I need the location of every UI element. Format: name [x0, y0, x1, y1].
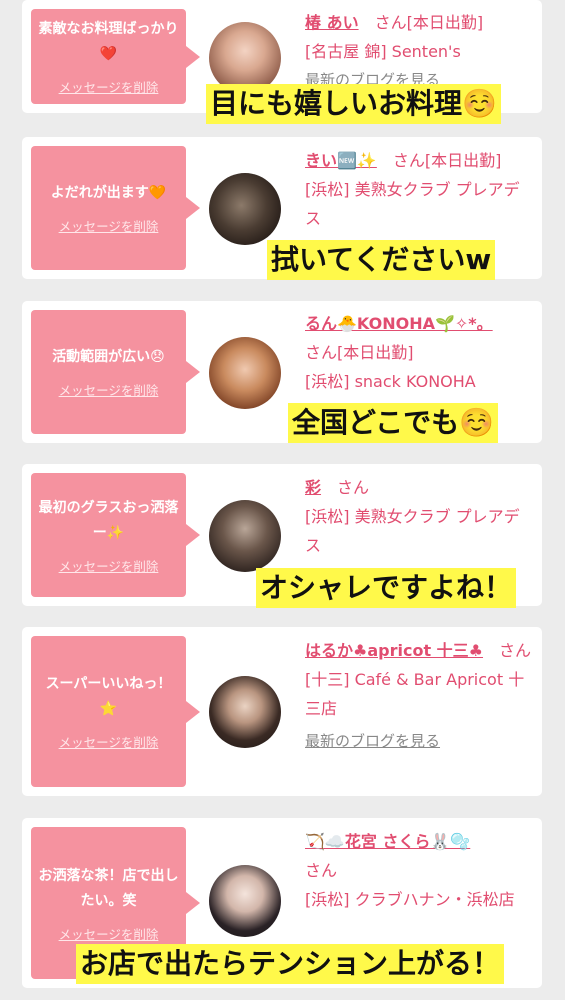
cast-name-link[interactable]: 彩: [305, 478, 321, 497]
message-card: スーパーいいねっ！⭐ メッセージを削除 はるか♣apricot 十三♣ さん […: [22, 627, 542, 796]
message-text: お洒落な茶！店で出したい。笑: [38, 867, 179, 909]
cast-info: はるか♣apricot 十三♣ さん [十三] Café & Bar Apric…: [305, 636, 535, 756]
avatar[interactable]: [209, 865, 281, 937]
delete-message-link[interactable]: メッセージを削除: [59, 77, 159, 96]
cast-name-link[interactable]: きい🆕✨: [305, 151, 377, 170]
message-text: スーパーいいねっ！⭐: [45, 676, 172, 717]
message-bubble: 最初のグラスおっ洒落ー✨ メッセージを削除: [31, 473, 186, 597]
caption-overlay: 目にも嬉しいお料理☺️: [206, 84, 501, 124]
message-bubble: スーパーいいねっ！⭐ メッセージを削除: [31, 636, 186, 787]
honorific: さん: [499, 641, 532, 660]
delete-message-link[interactable]: メッセージを削除: [59, 732, 159, 751]
blog-link[interactable]: 最新のブログを見る: [305, 727, 535, 756]
cast-info: きい🆕✨ さん[本日出勤] [浜松] 美熟女クラブ プレアデス: [305, 146, 535, 233]
message-text: よだれが出ます🧡: [50, 185, 167, 201]
status-label: [本日出勤]: [424, 151, 502, 170]
shop-label[interactable]: [浜松] 美熟女クラブ プレアデス: [305, 175, 535, 233]
cast-info: 椿 あい さん[本日出勤] [名古屋 錦] Senten's 最新のブログを見る: [305, 8, 535, 95]
caption-overlay: オシャレですよね！: [256, 568, 517, 608]
honorific: さん: [305, 343, 338, 362]
shop-label[interactable]: [浜松] snack KONOHA: [305, 367, 535, 396]
avatar[interactable]: [209, 337, 281, 409]
cast-name-link[interactable]: はるか♣apricot 十三♣: [305, 641, 483, 660]
message-text: 素敵なお料理ばっかり❤️: [38, 21, 179, 62]
cast-name-link[interactable]: 椿 あい: [305, 13, 359, 32]
honorific: さん: [374, 13, 407, 32]
shop-label[interactable]: [名古屋 錦] Senten's: [305, 37, 535, 66]
status-label: [本日出勤]: [406, 13, 484, 32]
message-text: 最初のグラスおっ洒落ー✨: [38, 499, 179, 541]
delete-message-link[interactable]: メッセージを削除: [59, 380, 159, 399]
message-text: 活動範囲が広い😞: [52, 349, 165, 365]
avatar[interactable]: [209, 500, 281, 572]
shop-label[interactable]: [浜松] クラブハナン・浜松店: [305, 885, 535, 914]
cast-info: るん🐣KONOHA🌱✧*。 さん[本日出勤] [浜松] snack KONOHA: [305, 309, 535, 396]
avatar[interactable]: [209, 676, 281, 748]
caption-overlay: 全国どこでも☺️: [288, 403, 499, 443]
honorific: さん: [337, 478, 370, 497]
delete-message-link[interactable]: メッセージを削除: [59, 216, 159, 235]
message-bubble: 活動範囲が広い😞 メッセージを削除: [31, 310, 186, 434]
delete-message-link[interactable]: メッセージを削除: [59, 924, 159, 943]
avatar[interactable]: [209, 173, 281, 245]
status-label: [本日出勤]: [337, 343, 414, 362]
cast-name-link[interactable]: 🏹☁️花宮 さくら🐰🫧: [305, 832, 470, 851]
caption-overlay: お店で出たらテンション上がる！: [76, 944, 505, 984]
honorific: さん: [392, 151, 425, 170]
shop-label[interactable]: [浜松] 美熟女クラブ プレアデス: [305, 502, 535, 560]
honorific: さん: [305, 861, 338, 880]
delete-message-link[interactable]: メッセージを削除: [59, 556, 159, 575]
cast-name-link[interactable]: るん🐣KONOHA🌱✧*。: [305, 314, 493, 333]
message-bubble: 素敵なお料理ばっかり❤️ メッセージを削除: [31, 9, 186, 104]
cast-info: 🏹☁️花宮 さくら🐰🫧 さん [浜松] クラブハナン・浜松店: [305, 827, 535, 914]
cast-info: 彩 さん [浜松] 美熟女クラブ プレアデス: [305, 473, 535, 560]
caption-overlay: 拭いてくださいw: [267, 240, 496, 280]
shop-label[interactable]: [十三] Café & Bar Apricot 十三店: [305, 665, 535, 723]
message-bubble: よだれが出ます🧡 メッセージを削除: [31, 146, 186, 270]
